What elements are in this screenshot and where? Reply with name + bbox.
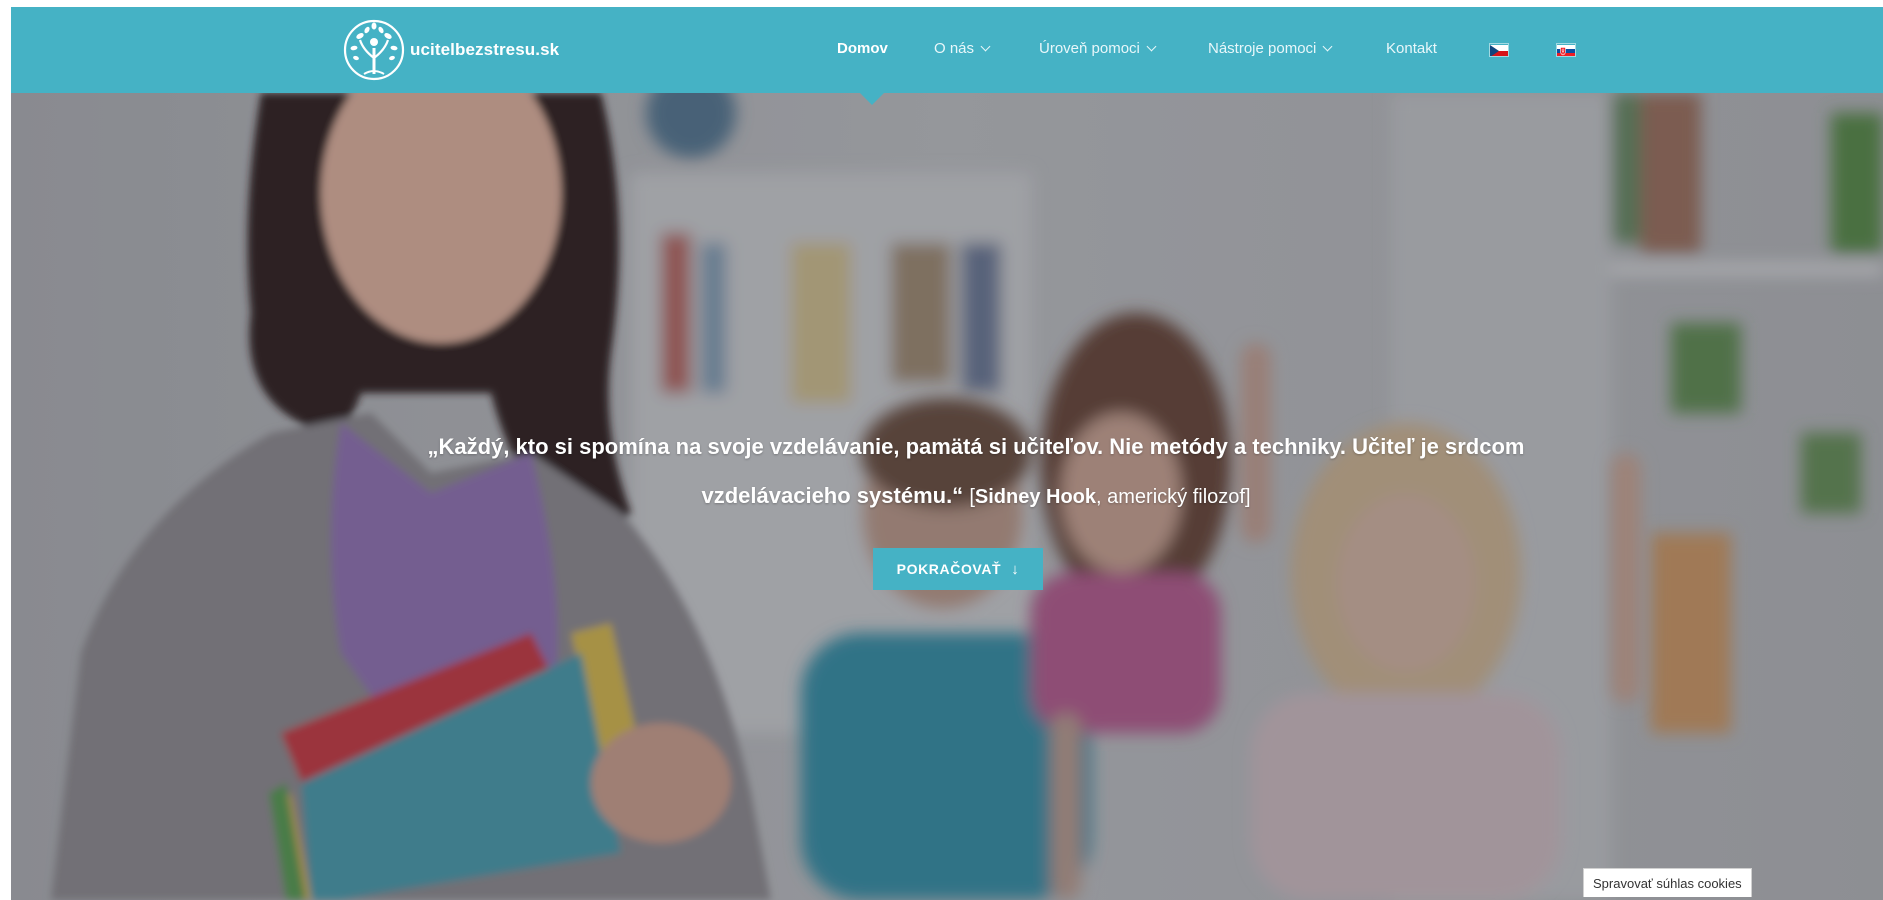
page: ucitelbezstresu.sk Domov O nás Úroveň po… — [11, 7, 1883, 900]
chevron-down-icon — [1146, 41, 1157, 52]
attribution-name: Sidney Hook — [974, 486, 1097, 508]
nav-item-label: Úroveň pomoci — [1039, 40, 1140, 57]
site-header: ucitelbezstresu.sk Domov O nás Úroveň po… — [11, 7, 1883, 93]
nav-item-label: O nás — [934, 40, 975, 57]
arrow-down-icon: ↓ — [1011, 560, 1020, 578]
nav-item-uroven-pomoci[interactable]: Úroveň pomoci — [1039, 40, 1157, 57]
nav-item-label: Domov — [837, 40, 888, 57]
nav-item-label: Kontakt — [1386, 40, 1437, 57]
czech-flag-icon — [1490, 45, 1508, 56]
attribution-role: , americký filozof] — [1096, 486, 1251, 508]
chevron-down-icon — [980, 41, 991, 52]
language-switch-cs[interactable] — [1489, 43, 1509, 57]
chevron-down-icon — [1322, 41, 1333, 52]
nav-item-nastroje-pomoci[interactable]: Nástroje pomoci — [1208, 40, 1333, 57]
main-nav: Domov O nás Úroveň pomoci Nástroje pomoc… — [11, 7, 1883, 93]
manage-cookies-label: Spravovať súhlas cookies — [1593, 875, 1742, 891]
active-nav-indicator — [860, 93, 884, 105]
language-switch-sk[interactable] — [1556, 43, 1576, 57]
slovak-flag-icon — [1557, 45, 1575, 56]
hero-quote: „Každý, kto si spomína na svoje vzdeláva… — [371, 422, 1581, 522]
nav-item-kontakt[interactable]: Kontakt — [1386, 40, 1437, 57]
continue-button[interactable]: POKRAČOVAŤ ↓ — [873, 548, 1043, 590]
nav-item-label: Nástroje pomoci — [1208, 40, 1317, 57]
hero-section: „Každý, kto si spomína na svoje vzdeláva… — [11, 93, 1883, 900]
nav-item-o-nas[interactable]: O nás — [934, 40, 991, 57]
continue-button-label: POKRAČOVAŤ — [896, 561, 1002, 577]
quote-attribution: [Sidney Hook, americký filozof] — [969, 486, 1250, 508]
nav-item-domov[interactable]: Domov — [837, 40, 888, 57]
manage-cookies-button[interactable]: Spravovať súhlas cookies — [1583, 868, 1752, 897]
